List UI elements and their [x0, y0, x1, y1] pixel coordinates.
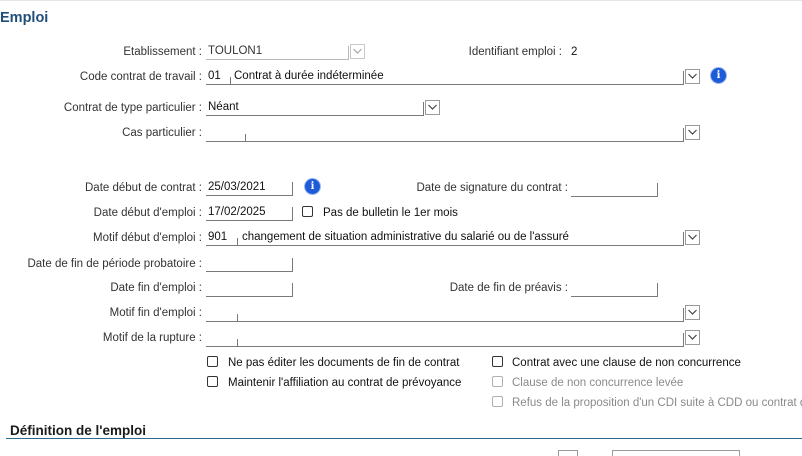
code-contrat-field[interactable]: 01 Contrat à durée indéterminée	[206, 70, 684, 85]
section-divider	[6, 438, 802, 439]
code-separator	[237, 339, 238, 347]
contrat-particulier-label: Contrat de type particulier :	[63, 102, 202, 114]
code-contrat-text: Contrat à durée indéterminée	[234, 70, 384, 82]
contrat-particulier-dropdown[interactable]	[425, 100, 440, 115]
code-contrat-label: Code contrat de travail :	[79, 71, 202, 83]
motif-debut-text: changement de situation administrative d…	[242, 231, 569, 243]
date-fin-emploi-field[interactable]	[206, 283, 293, 297]
identifiant-value: 2	[571, 46, 578, 58]
info-icon[interactable]: i	[305, 179, 320, 194]
date-fin-preavis-label: Date de fin de préavis :	[449, 282, 568, 294]
code-contrat-dropdown[interactable]	[685, 69, 700, 84]
cas-particulier-field[interactable]	[206, 128, 684, 142]
motif-fin-dropdown[interactable]	[685, 305, 700, 320]
partial-dropdown[interactable]	[612, 450, 740, 456]
chevron-down-icon	[688, 73, 697, 79]
contrat-particulier-value: Néant	[208, 101, 239, 113]
date-debut-emploi-field[interactable]: 17/02/2025	[206, 206, 293, 221]
maintenir-affiliation-label: Maintenir l'affiliation au contrat de pr…	[228, 377, 462, 389]
section-title-definition: Définition de l'emploi	[10, 423, 146, 438]
ne-pas-editer-checkbox[interactable]	[207, 356, 218, 367]
date-fin-emploi-label: Date fin d'emploi :	[110, 282, 202, 294]
chevron-down-icon	[353, 48, 362, 54]
motif-rupture-label: Motif de la rupture :	[102, 332, 202, 344]
motif-rupture-field[interactable]	[206, 333, 684, 347]
date-signature-field[interactable]	[571, 183, 658, 197]
etablissement-label: Etablissement :	[123, 46, 202, 58]
date-debut-contrat-label: Date début de contrat :	[85, 182, 202, 194]
clause-non-concurrence-label: Contrat avec une clause de non concurren…	[512, 357, 741, 369]
date-debut-contrat-value: 25/03/2021	[208, 181, 266, 193]
code-separator	[237, 238, 238, 246]
code-separator	[237, 314, 238, 322]
date-fin-preavis-field[interactable]	[571, 283, 658, 297]
date-fin-probatoire-label: Date de fin de période probatoire :	[27, 258, 202, 270]
refus-cdi-label: Refus de la proposition d'un CDI suite à…	[512, 397, 802, 409]
etablissement-value: TOULON1	[208, 45, 263, 57]
etablissement-dropdown	[350, 44, 365, 59]
code-separator	[245, 134, 246, 142]
motif-rupture-dropdown[interactable]	[685, 330, 700, 345]
motif-debut-dropdown[interactable]	[685, 230, 700, 245]
code-contrat-code: 01	[208, 70, 221, 82]
clause-levee-label: Clause de non concurrence levée	[512, 377, 684, 389]
refus-cdi-checkbox	[492, 396, 503, 407]
motif-fin-field[interactable]	[206, 308, 684, 322]
pas-bulletin-checkbox[interactable]	[302, 206, 313, 217]
pas-bulletin-label: Pas de bulletin le 1er mois	[323, 207, 458, 219]
partial-field[interactable]	[558, 450, 578, 456]
top-border	[0, 0, 802, 1]
chevron-down-icon	[688, 309, 697, 315]
clause-levee-checkbox	[492, 376, 503, 387]
cas-particulier-dropdown[interactable]	[685, 125, 700, 140]
maintenir-affiliation-checkbox[interactable]	[207, 376, 218, 387]
date-debut-emploi-value: 17/02/2025	[208, 206, 266, 218]
info-icon[interactable]: i	[711, 68, 726, 83]
motif-debut-field[interactable]: 901 changement de situation administrati…	[206, 231, 684, 246]
date-signature-label: Date de signature du contrat :	[416, 182, 568, 194]
contrat-particulier-field[interactable]: Néant	[206, 101, 424, 116]
motif-debut-code: 901	[208, 231, 228, 243]
chevron-down-icon	[428, 104, 437, 110]
section-title-emploi: Emploi	[0, 10, 49, 26]
date-fin-probatoire-field[interactable]	[206, 258, 293, 272]
date-debut-contrat-field[interactable]: 25/03/2021	[206, 181, 293, 196]
motif-fin-label: Motif fin d'emploi :	[109, 307, 202, 319]
ne-pas-editer-label: Ne pas éditer les documents de fin de co…	[228, 357, 460, 369]
date-debut-emploi-label: Date début d'emploi :	[93, 207, 202, 219]
chevron-down-icon	[688, 234, 697, 240]
clause-non-concurrence-checkbox[interactable]	[492, 356, 503, 367]
identifiant-label: Identifiant emploi :	[468, 46, 562, 58]
code-separator	[230, 77, 231, 85]
motif-debut-label: Motif début d'emploi :	[93, 232, 202, 244]
etablissement-field: TOULON1	[206, 45, 349, 60]
cas-particulier-label: Cas particulier :	[122, 127, 202, 139]
chevron-down-icon	[688, 334, 697, 340]
chevron-down-icon	[688, 129, 697, 135]
